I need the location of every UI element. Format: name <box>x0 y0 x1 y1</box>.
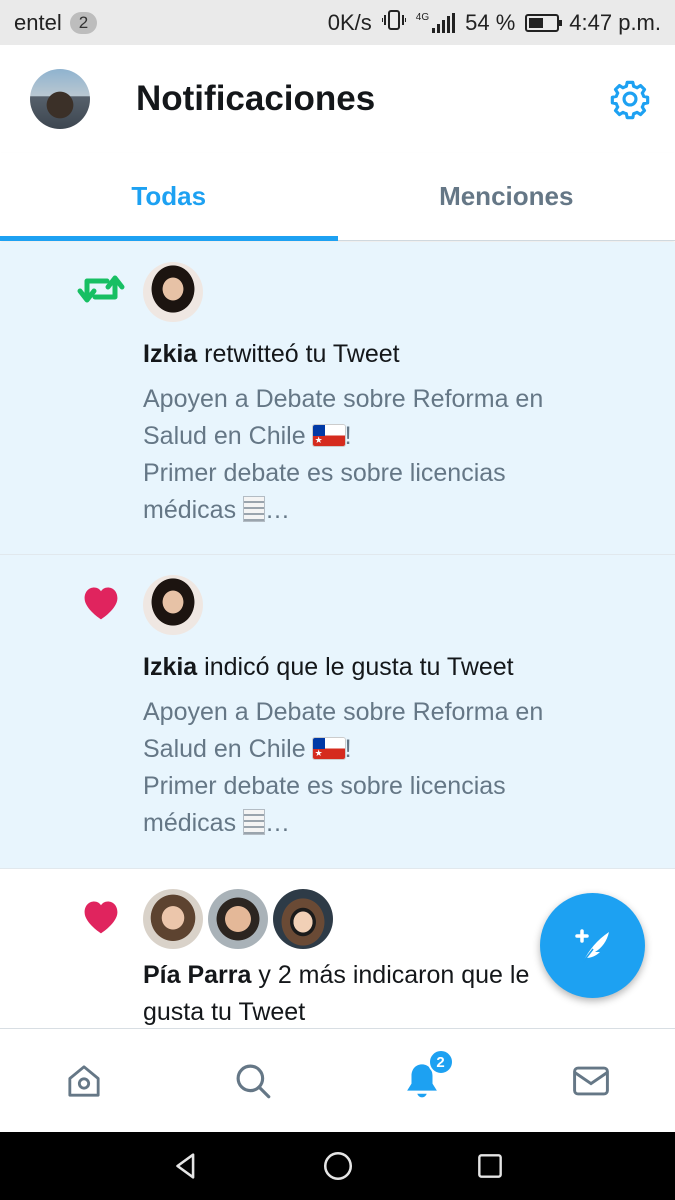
user-avatar[interactable] <box>208 889 268 949</box>
user-avatar-izkia[interactable] <box>143 262 203 322</box>
nav-messages[interactable] <box>506 1029 675 1132</box>
tweet-preview[interactable]: Apoyen a Debate sobre Reforma en Salud e… <box>143 694 623 842</box>
tab-label: Menciones <box>439 181 574 211</box>
compose-feather-icon <box>574 928 609 962</box>
search-icon <box>236 1064 271 1098</box>
gear-icon <box>610 80 650 120</box>
chile-flag-icon <box>312 425 345 446</box>
vibrate-icon <box>380 9 407 37</box>
tab-label: Todas <box>131 181 207 211</box>
notification-tabs: Todas Menciones <box>0 153 675 241</box>
notification-text: Izkia retwitteó tu Tweet <box>143 336 400 373</box>
app-header: Notificaciones <box>0 45 675 153</box>
nav-search[interactable] <box>169 1029 338 1132</box>
battery-percent: 54 % <box>465 9 516 35</box>
user-name[interactable]: Izkia <box>143 653 197 681</box>
mail-icon <box>572 1066 609 1095</box>
document-icon <box>243 496 266 522</box>
user-name[interactable]: Pía Parra <box>143 961 251 989</box>
action-text: y 2 más indicaron que le <box>251 961 530 989</box>
home-icon <box>68 1064 100 1097</box>
bottom-nav: 2 <box>0 1028 675 1132</box>
tweet-line: Salud en Chile ! <box>143 731 623 768</box>
tab-menciones[interactable]: Menciones <box>338 153 675 240</box>
nav-notifications[interactable]: 2 <box>338 1029 507 1132</box>
heart-icon <box>76 891 126 941</box>
compose-tweet-button[interactable] <box>540 893 645 998</box>
tweet-line: Salud en Chile ! <box>143 418 623 455</box>
user-name[interactable]: Izkia <box>143 340 197 368</box>
action-text: retwitteó tu Tweet <box>197 340 400 368</box>
action-text: gusta tu Tweet <box>143 998 306 1026</box>
tweet-line: médicas … <box>143 496 291 524</box>
tweet-preview[interactable]: Apoyen a Debate sobre Reforma en Salud e… <box>143 381 623 529</box>
notification-count-badge: 2 <box>427 1049 454 1075</box>
recents-icon[interactable] <box>474 1150 506 1182</box>
back-icon[interactable] <box>169 1149 203 1183</box>
notification-item[interactable]: Izkia indicó que le gusta tu Tweet Apoye… <box>0 555 675 869</box>
profile-avatar[interactable] <box>30 69 90 129</box>
net-speed: 0K/s <box>327 9 372 35</box>
document-icon <box>243 809 266 835</box>
heart-icon <box>76 577 126 627</box>
user-avatar-izkia[interactable] <box>143 575 203 635</box>
home-circle-icon[interactable] <box>321 1149 355 1183</box>
network-type-label: 4G <box>415 11 430 23</box>
tweet-line: Primer debate es sobre licencias <box>143 459 506 487</box>
tab-todas[interactable]: Todas <box>0 153 338 241</box>
tweet-line: Apoyen a Debate sobre Reforma en <box>143 385 544 413</box>
tweet-line: Apoyen a Debate sobre Reforma en <box>143 698 544 726</box>
chile-flag-icon <box>312 738 345 759</box>
notification-item[interactable]: Izkia retwitteó tu Tweet Apoyen a Debate… <box>0 242 675 555</box>
system-nav-bar <box>0 1132 675 1200</box>
sim-badge: 2 <box>69 11 98 34</box>
settings-button[interactable] <box>606 75 654 123</box>
user-avatar-pia-parra[interactable] <box>143 889 203 949</box>
tweet-line: médicas … <box>143 809 291 837</box>
action-text: indicó que le gusta tu Tweet <box>197 653 514 681</box>
tweet-line: Primer debate es sobre licencias <box>143 772 506 800</box>
nav-home[interactable] <box>0 1029 169 1132</box>
carrier-name: entel <box>14 9 62 35</box>
user-avatar[interactable] <box>273 889 333 949</box>
signal-icon <box>432 12 456 33</box>
notification-text: Pía Parra y 2 más indicaron que le gusta… <box>143 957 529 1028</box>
page-title: Notificaciones <box>136 79 376 118</box>
status-bar: entel 2 0K/s 4G 54 % 4:47 p.m. <box>0 0 675 45</box>
notification-text: Izkia indicó que le gusta tu Tweet <box>143 649 514 686</box>
battery-icon <box>525 13 563 32</box>
retweet-icon <box>76 264 126 314</box>
clock: 4:47 p.m. <box>569 9 661 35</box>
